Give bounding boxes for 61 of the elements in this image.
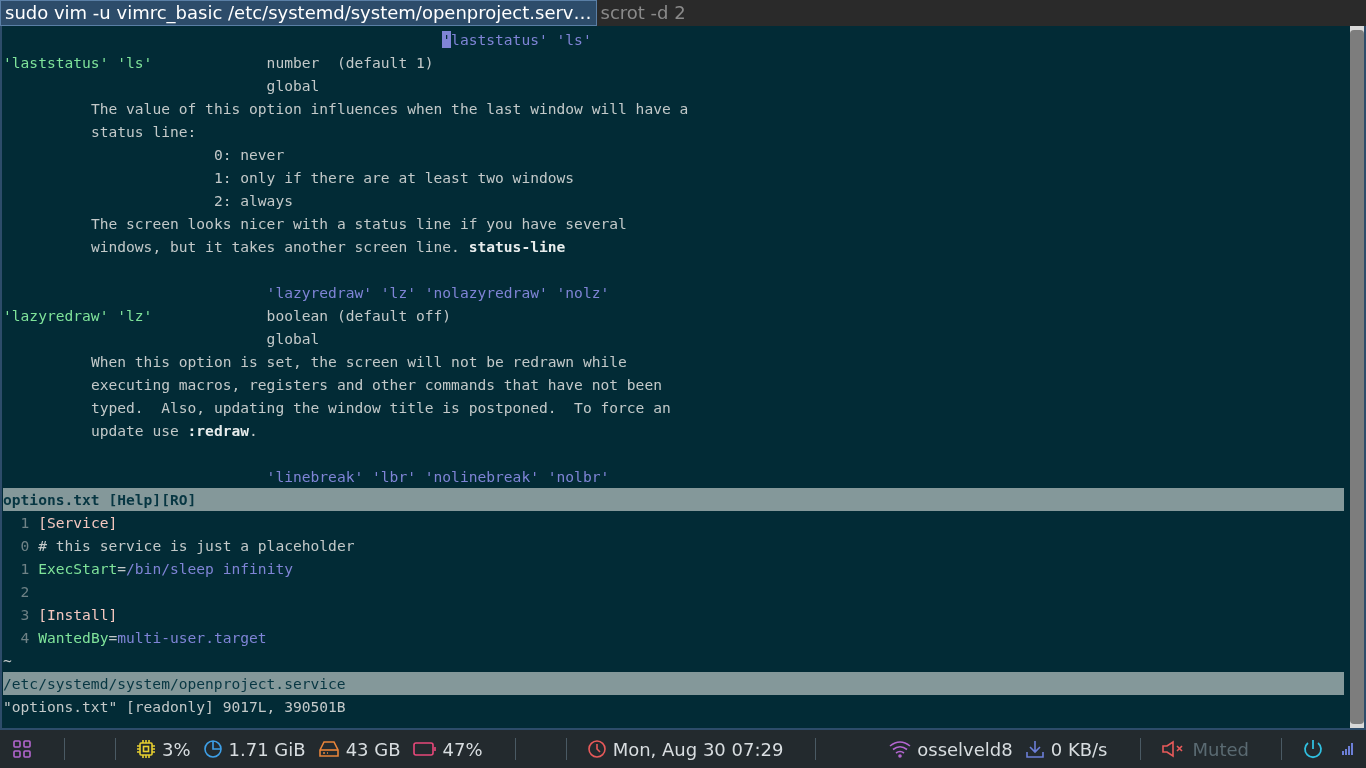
help-text: The screen looks nicer with a status line if you have several xyxy=(90,215,627,232)
download-icon xyxy=(1024,739,1045,759)
line-number: 1 xyxy=(20,514,30,531)
help-text: = xyxy=(108,629,118,646)
help-text: 1: only if there are at least two windows xyxy=(213,169,575,186)
status-reading: Muted xyxy=(1192,738,1249,760)
option-link[interactable]: 'lazyredraw' 'lz' 'nolazyredraw' 'nolz' xyxy=(266,284,610,301)
help-link[interactable]: status-line xyxy=(468,238,566,255)
terminal-tab[interactable]: scrot -d 2 xyxy=(596,0,690,26)
help-text: update use xyxy=(90,422,180,439)
line-number: 3 xyxy=(20,606,30,623)
help-text: When this option is set, the screen will not be redrawn while xyxy=(90,353,627,370)
help-tag: 'lazyredraw' 'lz' xyxy=(3,307,153,324)
help-text: status line: xyxy=(90,123,197,140)
help-text: number (default 1) xyxy=(266,54,434,71)
line-number: 4 xyxy=(20,629,30,646)
grid-icon[interactable] xyxy=(12,739,32,759)
empty-line-marker: ~ xyxy=(3,652,12,669)
help-text: executing macros, registers and other commands that have not been xyxy=(90,376,662,393)
text-cursor: ' xyxy=(442,31,452,48)
help-text: boolean (default off) xyxy=(266,307,452,324)
help-text: # this service is just a placeholder xyxy=(38,537,355,554)
chip-icon xyxy=(136,739,156,759)
terminal-tab[interactable]: sudo vim -u vimrc_basic /etc/systemd/system/openproject.serv… xyxy=(0,0,597,26)
line-number: 0 xyxy=(20,537,30,554)
option-link[interactable]: multi-user.target xyxy=(117,629,267,646)
pie-chart-icon xyxy=(202,739,223,759)
help-text: = xyxy=(117,560,127,577)
wifi-icon xyxy=(889,740,912,758)
signal-bars-icon xyxy=(1342,743,1354,755)
help-text: windows, but it takes another screen line. xyxy=(90,238,461,255)
clock-icon xyxy=(586,739,607,759)
section-header: [Service] xyxy=(38,514,118,531)
help-text: global xyxy=(266,77,320,94)
status-reading: 47% xyxy=(442,738,483,760)
config-key: ExecStart xyxy=(38,560,118,577)
hard-drive-icon xyxy=(317,740,340,758)
battery-icon xyxy=(412,742,437,756)
help-text: The value of this option influences when the last window will have a xyxy=(90,100,689,117)
status-reading: 43 GB xyxy=(345,738,401,760)
help-text: . xyxy=(249,422,258,439)
help-link[interactable]: :redraw xyxy=(187,422,250,439)
help-text: typed. Also, updating the window title is postponed. To force an xyxy=(90,399,671,416)
power-icon[interactable] xyxy=(1302,738,1324,760)
option-link[interactable]: 'linebreak' 'lbr' 'nolinebreak' 'nolbr' xyxy=(266,468,610,485)
config-key: WantedBy xyxy=(38,629,109,646)
option-link[interactable]: laststatus' 'ls' xyxy=(451,31,592,48)
help-text: global xyxy=(266,330,320,347)
option-link[interactable]: /bin/sleep infinity xyxy=(126,560,293,577)
status-reading: 0 KB/s xyxy=(1050,738,1108,760)
line-number: 2 xyxy=(20,583,30,600)
section-header: [Install] xyxy=(38,606,118,623)
command-message: "options.txt" [readonly] 9017L, 390501B xyxy=(3,698,346,715)
help-text: 2: always xyxy=(213,192,293,209)
status-reading: osselveld8 xyxy=(917,738,1013,760)
date-time: Mon, Aug 30 07:29 xyxy=(612,738,784,760)
help-tag: 'laststatus' 'ls' xyxy=(3,54,153,71)
line-number: 1 xyxy=(20,560,30,577)
help-text: 0: never xyxy=(213,146,285,163)
status-reading: 3% xyxy=(162,738,191,760)
status-reading: 1.71 GiB xyxy=(228,738,306,760)
